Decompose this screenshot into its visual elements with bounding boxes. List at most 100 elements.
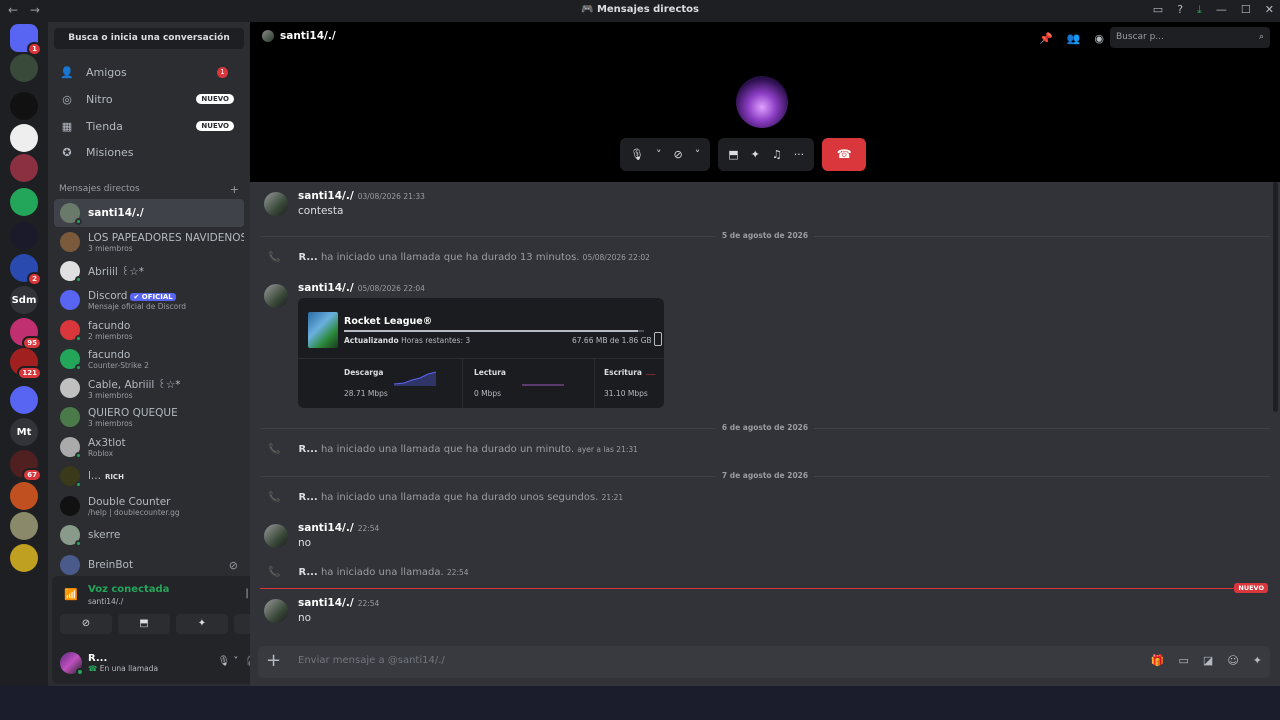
avatar[interactable] — [264, 599, 288, 623]
dm-item[interactable]: Discord ✔ OFICIAL Mensaje oficial de Disco… — [54, 286, 244, 314]
server-logo-icon[interactable] — [10, 482, 38, 510]
avatar[interactable] — [264, 192, 288, 216]
server-logo-icon[interactable]: 95 — [10, 318, 42, 350]
new-messages-divider: NUEVO — [260, 583, 1268, 593]
nav-nitro[interactable]: ◎ Nitro NUEVO — [54, 87, 244, 111]
message-input[interactable]: Enviar mensaje a @santi14/./ — [298, 655, 445, 666]
server-logo-icon[interactable] — [10, 544, 38, 572]
call-participant-avatar[interactable] — [736, 76, 788, 128]
more-icon[interactable]: ··· — [794, 148, 805, 161]
dm-item[interactable]: Double Counter/help | doublecounter.gg — [54, 492, 244, 520]
microphone-icon[interactable]: 🎙 ˅ — [218, 656, 239, 667]
nav-shop[interactable]: ▦ Tienda NUEVO — [54, 114, 244, 138]
nav-quests[interactable]: ✪ Misiones — [54, 140, 244, 164]
help-icon[interactable]: ? — [1177, 3, 1183, 17]
dm-item[interactable]: santi14/./ — [54, 199, 244, 227]
add-friends-icon[interactable]: 👥 — [1067, 32, 1081, 45]
author-name[interactable]: santi14/./ — [298, 597, 354, 609]
avatar[interactable] — [60, 652, 84, 676]
timestamp: ayer a las 21:31 — [577, 445, 638, 454]
screen-share-button[interactable]: ⬒ — [118, 614, 170, 634]
microphone-icon[interactable]: 🎙 — [630, 148, 644, 161]
dm-item[interactable]: BreinBot ⊘ — [54, 551, 244, 579]
search-input[interactable]: Buscar p... ⌕ — [1110, 27, 1270, 48]
system-user[interactable]: R... — [298, 567, 317, 578]
audio-video-group: 🎙 ˅ ⊘ ˅ — [620, 138, 711, 171]
notification-badge: 1 — [27, 42, 42, 56]
signal-icon[interactable]: 📶 — [64, 588, 78, 601]
author-name[interactable]: santi14/./ — [298, 282, 354, 294]
inbox-icon[interactable]: ▭ — [1153, 3, 1163, 17]
server-logo-icon[interactable]: 121 — [10, 348, 42, 380]
pin-icon[interactable]: 📌 — [1039, 32, 1053, 45]
server-logo-icon[interactable] — [10, 512, 38, 540]
hang-up-button[interactable]: ☎ — [822, 138, 867, 171]
find-conversation-button[interactable]: Busca o inicia una conversación — [54, 28, 244, 49]
close-button[interactable]: ✕ — [1265, 3, 1274, 17]
gift-icon[interactable]: 🎁 — [1151, 654, 1165, 667]
status-dot — [75, 218, 82, 225]
dm-item[interactable]: facundo Counter-Strike 2 — [54, 345, 244, 373]
download-size: 67.66 MB de 1.86 GB — [572, 336, 652, 345]
avatar[interactable] — [264, 284, 288, 308]
chevron-down-icon[interactable]: ˅ — [656, 148, 662, 161]
k-logo-icon[interactable] — [10, 188, 38, 216]
dm-subtitle: 3 miembros — [88, 418, 133, 428]
user-profile-icon[interactable]: ◉ — [1094, 32, 1104, 45]
avatar — [60, 320, 82, 342]
create-dm-button[interactable]: + — [230, 183, 239, 196]
gif-icon[interactable]: ▭ — [1179, 654, 1189, 667]
scrollbar[interactable] — [1273, 182, 1278, 412]
server-sdm[interactable]: Sdm — [10, 286, 38, 314]
voice-channel[interactable]: santi14/./ — [88, 597, 123, 606]
dm-item[interactable]: LOS PAPEADORES NAVIDEÑOS 3 miembros — [54, 228, 244, 256]
dm-item[interactable]: skerre — [54, 521, 244, 549]
server-mt[interactable]: Mt — [10, 418, 38, 446]
download-icon[interactable]: ⤓ — [1197, 3, 1202, 17]
progress-fill — [344, 330, 638, 332]
k-logo-icon[interactable] — [10, 386, 38, 414]
dm-item[interactable]: l... RICH — [54, 462, 244, 490]
emoji-icon[interactable]: ☺ — [1227, 654, 1238, 667]
avatar-icon[interactable] — [10, 54, 38, 82]
activities-button[interactable]: ✦ — [176, 614, 228, 634]
rlr-logo-icon[interactable] — [10, 92, 38, 120]
dm-item[interactable]: facundo 2 miembros — [54, 316, 244, 344]
dm-subtitle: 3 miembros — [88, 390, 133, 400]
system-user[interactable]: R... — [298, 252, 317, 263]
server-logo-icon[interactable] — [10, 154, 38, 182]
channel-name[interactable]: santi14/./ — [280, 30, 336, 42]
server-logo-icon[interactable]: 2 — [10, 254, 42, 286]
progress-bar — [344, 330, 644, 332]
message-text: contesta — [298, 205, 344, 217]
dm-item[interactable]: Abriiil ꒰☆* — [54, 257, 244, 285]
server-logo-icon[interactable]: 67 — [10, 450, 42, 482]
discord-logo-icon[interactable]: 1 — [10, 24, 42, 56]
activities-icon[interactable]: ✦ — [751, 148, 760, 161]
avatar[interactable] — [264, 524, 288, 548]
author-name[interactable]: santi14/./ — [298, 522, 354, 534]
attach-button[interactable]: + — [266, 650, 281, 672]
system-user[interactable]: R... — [298, 492, 317, 503]
camera-off-button[interactable]: ⊘ — [60, 614, 112, 634]
camera-off-icon[interactable]: ⊘ — [673, 148, 682, 161]
sticker-icon[interactable]: ◪ — [1203, 654, 1213, 667]
minimize-button[interactable]: — — [1216, 3, 1227, 17]
chevron-down-icon[interactable]: ˅ — [695, 148, 701, 161]
screen-share-icon[interactable]: ⬒ — [728, 148, 738, 161]
system-user[interactable]: R... — [298, 444, 317, 455]
dm-item[interactable]: Ax3tlot Roblox — [54, 433, 244, 461]
notification-badge: 121 — [17, 366, 42, 380]
voice-status[interactable]: Voz conectada — [88, 584, 169, 595]
apps-icon[interactable]: ✦ — [1253, 654, 1262, 667]
dm-item[interactable]: QUIERO QUEQUE 3 miembros — [54, 403, 244, 431]
soundboard-icon[interactable]: ♫ — [772, 148, 782, 161]
server-logo-icon[interactable] — [10, 124, 38, 152]
nav-friends[interactable]: 👤 Amigos 1 — [54, 60, 244, 84]
pause-button[interactable] — [654, 332, 662, 346]
avatar — [60, 349, 82, 371]
server-logo-icon[interactable] — [10, 222, 38, 250]
author-name[interactable]: santi14/./ — [298, 190, 354, 202]
dm-item[interactable]: Cable, Abriiil ꒰☆* 3 miembros — [54, 374, 244, 402]
maximize-button[interactable]: ☐ — [1241, 3, 1251, 17]
